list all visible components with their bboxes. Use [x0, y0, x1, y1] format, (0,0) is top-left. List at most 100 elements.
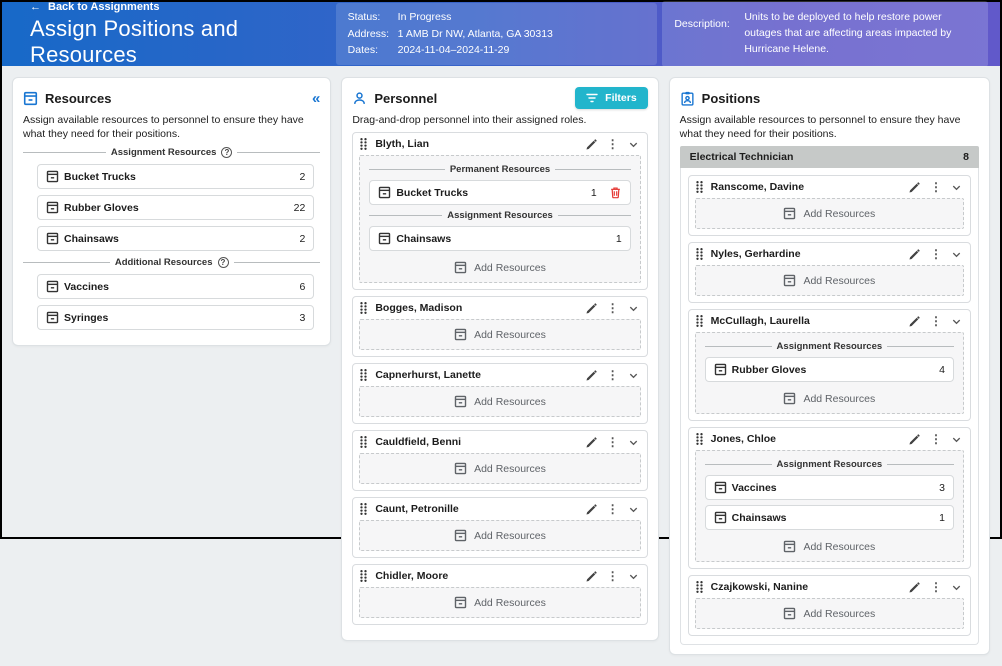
expand-icon[interactable]	[628, 504, 639, 515]
card-resource-dropzone[interactable]: Add Resources	[359, 453, 640, 484]
resource-count: 4	[939, 364, 945, 376]
collapse-panel-icon[interactable]: «	[312, 91, 320, 106]
more-options-icon[interactable]: ⋮	[930, 581, 942, 593]
card-resource-dropzone[interactable]: Add Resources	[359, 386, 640, 417]
resource-row[interactable]: Bucket Trucks 1	[369, 180, 630, 205]
drag-handle-icon[interactable]	[358, 368, 369, 382]
expand-icon[interactable]	[628, 571, 639, 582]
drag-handle-icon[interactable]	[358, 502, 369, 516]
more-options-icon[interactable]: ⋮	[930, 315, 942, 327]
resource-row[interactable]: Syringes 3	[37, 305, 314, 330]
person-card[interactable]: Bogges, Madison ⋮ Add Resources	[352, 296, 647, 357]
person-card[interactable]: Cauldfield, Benni ⋮ Add Resources	[352, 430, 647, 491]
add-resources-button[interactable]: Add Resources	[369, 323, 630, 345]
add-resources-button[interactable]: Add Resources	[369, 256, 630, 278]
edit-icon[interactable]	[585, 570, 598, 583]
card-resource-dropzone[interactable]: Add Resources	[695, 265, 964, 296]
more-options-icon[interactable]: ⋮	[607, 503, 619, 515]
add-resources-button[interactable]: Add Resources	[705, 202, 954, 224]
more-options-icon[interactable]: ⋮	[930, 433, 942, 445]
person-card[interactable]: Nyles, Gerhardine ⋮ Add Resources	[688, 242, 971, 303]
person-card-header: McCullagh, Laurella ⋮	[689, 310, 970, 331]
back-to-assignments-link[interactable]: ← Back to Assignments	[30, 1, 336, 13]
more-options-icon[interactable]: ⋮	[930, 181, 942, 193]
drag-handle-icon[interactable]	[358, 435, 369, 449]
drag-handle-icon[interactable]	[358, 137, 369, 151]
person-card[interactable]: Czajkowski, Nanine ⋮ Add Resources	[688, 575, 971, 636]
more-options-icon[interactable]: ⋮	[607, 369, 619, 381]
more-options-icon[interactable]: ⋮	[607, 436, 619, 448]
card-resource-dropzone[interactable]: Add Resources	[695, 598, 964, 629]
more-options-icon[interactable]: ⋮	[607, 302, 619, 314]
expand-icon[interactable]	[951, 582, 962, 593]
expand-icon[interactable]	[951, 182, 962, 193]
resource-box-icon	[378, 186, 391, 199]
card-resource-dropzone[interactable]: Add Resources	[695, 198, 964, 229]
edit-icon[interactable]	[585, 436, 598, 449]
drag-handle-icon[interactable]	[694, 180, 705, 194]
more-options-icon[interactable]: ⋮	[930, 248, 942, 260]
resource-row[interactable]: Bucket Trucks 2	[37, 164, 314, 189]
person-card[interactable]: Jones, Chloe ⋮ Assignment Resources Vacc…	[688, 427, 971, 569]
card-resource-dropzone[interactable]: Assignment Resources Vaccines 3 Chainsaw…	[695, 450, 964, 562]
card-resource-dropzone[interactable]: Assignment Resources Rubber Gloves 4 Add…	[695, 332, 964, 414]
drag-handle-icon[interactable]	[694, 580, 705, 594]
add-resources-button[interactable]: Add Resources	[369, 524, 630, 546]
drag-handle-icon[interactable]	[358, 301, 369, 315]
resource-count: 1	[591, 187, 597, 199]
edit-icon[interactable]	[908, 581, 921, 594]
card-resource-dropzone[interactable]: Permanent Resources Bucket Trucks 1 Assi…	[359, 155, 640, 283]
edit-icon[interactable]	[908, 433, 921, 446]
edit-icon[interactable]	[908, 315, 921, 328]
edit-icon[interactable]	[585, 138, 598, 151]
person-card[interactable]: Blyth, Lian ⋮ Permanent Resources Bucket…	[352, 132, 647, 290]
add-resources-button[interactable]: Add Resources	[369, 390, 630, 412]
edit-icon[interactable]	[908, 181, 921, 194]
resource-row[interactable]: Rubber Gloves 4	[705, 357, 954, 382]
person-card[interactable]: Capnerhurst, Lanette ⋮ Add Resources	[352, 363, 647, 424]
delete-resource-icon[interactable]	[609, 186, 622, 199]
edit-icon[interactable]	[585, 302, 598, 315]
add-resources-button[interactable]: Add Resources	[705, 387, 954, 409]
help-icon[interactable]: ?	[218, 257, 229, 268]
resource-row[interactable]: Chainsaws 1	[705, 505, 954, 530]
person-card[interactable]: McCullagh, Laurella ⋮ Assignment Resourc…	[688, 309, 971, 421]
person-card[interactable]: Chidler, Moore ⋮ Add Resources	[352, 564, 647, 625]
drag-handle-icon[interactable]	[694, 314, 705, 328]
filters-button[interactable]: Filters	[575, 87, 648, 109]
drag-handle-icon[interactable]	[694, 432, 705, 446]
position-group-header[interactable]: Electrical Technician 8	[680, 146, 979, 168]
more-options-icon[interactable]: ⋮	[607, 570, 619, 582]
help-icon[interactable]: ?	[221, 147, 232, 158]
person-card[interactable]: Caunt, Petronille ⋮ Add Resources	[352, 497, 647, 558]
expand-icon[interactable]	[951, 316, 962, 327]
edit-icon[interactable]	[585, 503, 598, 516]
add-resources-label: Add Resources	[474, 329, 546, 341]
expand-icon[interactable]	[628, 139, 639, 150]
add-resources-button[interactable]: Add Resources	[369, 457, 630, 479]
person-card[interactable]: Ranscome, Davine ⋮ Add Resources	[688, 175, 971, 236]
expand-icon[interactable]	[951, 434, 962, 445]
add-resources-button[interactable]: Add Resources	[705, 269, 954, 291]
drag-handle-icon[interactable]	[358, 569, 369, 583]
add-resources-label: Add Resources	[474, 597, 546, 609]
add-resources-button[interactable]: Add Resources	[369, 591, 630, 613]
edit-icon[interactable]	[585, 369, 598, 382]
card-resource-dropzone[interactable]: Add Resources	[359, 520, 640, 551]
edit-icon[interactable]	[908, 248, 921, 261]
section-divider: Assignment Resources	[705, 341, 954, 352]
card-resource-dropzone[interactable]: Add Resources	[359, 319, 640, 350]
expand-icon[interactable]	[628, 370, 639, 381]
resource-row[interactable]: Chainsaws 1	[369, 226, 630, 251]
resource-row[interactable]: Chainsaws 2	[37, 226, 314, 251]
card-resource-dropzone[interactable]: Add Resources	[359, 587, 640, 618]
add-resources-button[interactable]: Add Resources	[705, 602, 954, 624]
drag-handle-icon[interactable]	[694, 247, 705, 261]
resource-row[interactable]: Vaccines 6	[37, 274, 314, 299]
expand-icon[interactable]	[628, 437, 639, 448]
resource-row[interactable]: Rubber Gloves 22	[37, 195, 314, 220]
resource-row[interactable]: Vaccines 3	[705, 475, 954, 500]
more-options-icon[interactable]: ⋮	[607, 138, 619, 150]
expand-icon[interactable]	[628, 303, 639, 314]
expand-icon[interactable]	[951, 249, 962, 260]
